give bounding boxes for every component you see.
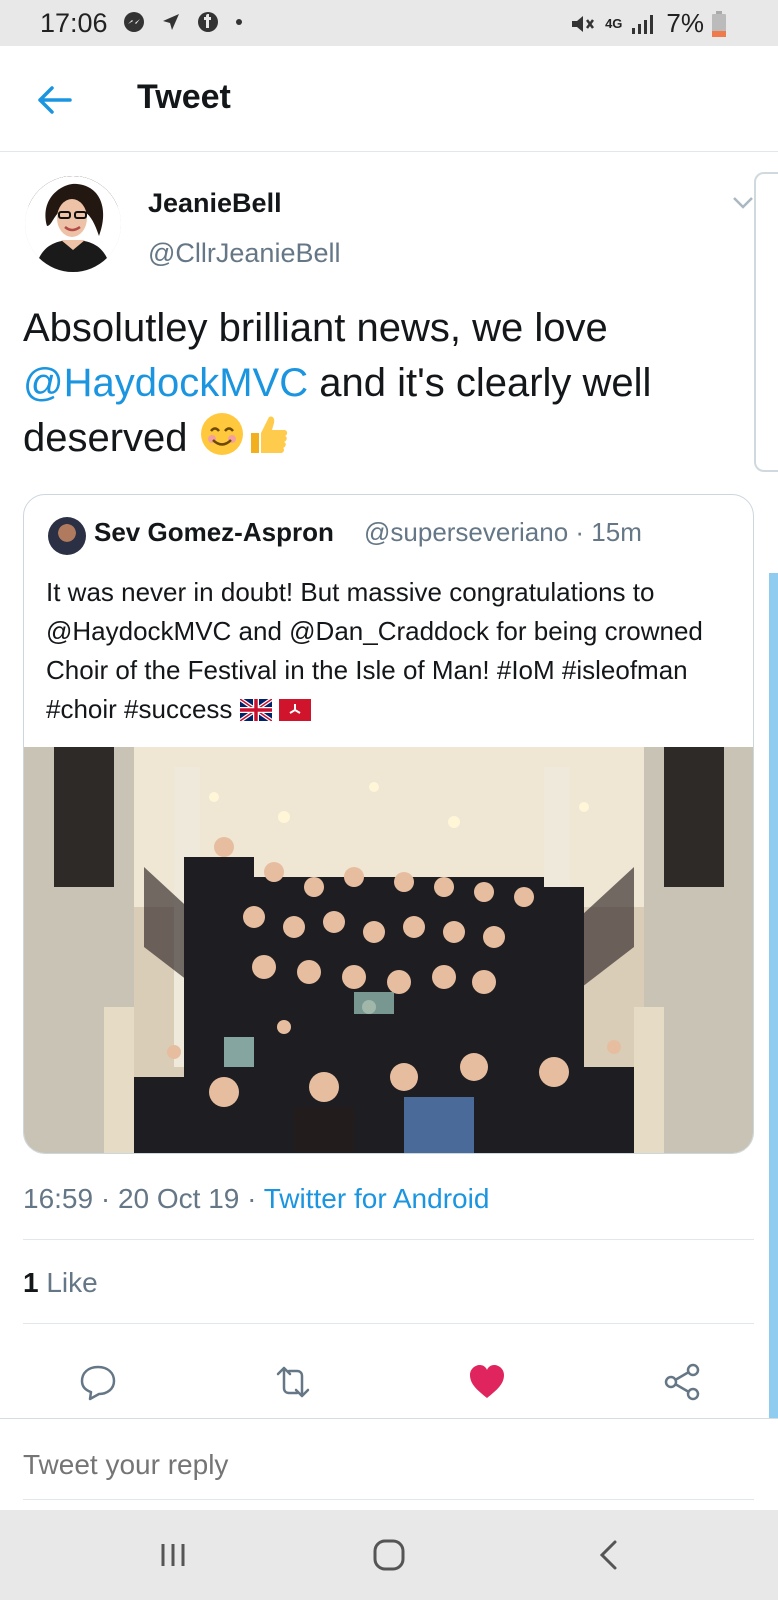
share-icon[interactable] [662, 1362, 702, 1402]
quoted-display-name: Sev Gomez-Aspron [94, 517, 334, 547]
like-count: 1 [23, 1267, 39, 1298]
navigation-icon [163, 14, 179, 30]
quoted-handle: @superseveriano [364, 517, 569, 547]
action-bar [0, 1344, 778, 1418]
avatar[interactable] [25, 176, 121, 272]
choir-photo[interactable] [24, 747, 754, 1154]
handle[interactable]: @CllrJeanieBell [148, 238, 340, 269]
like-icon[interactable] [467, 1362, 507, 1402]
battery-percent: 7% [666, 8, 704, 38]
system-nav-bar [0, 1510, 778, 1600]
status-icons-left [122, 10, 244, 34]
quoted-avatar[interactable] [48, 517, 86, 555]
avatar-image [25, 176, 121, 272]
source-link[interactable]: Twitter for Android [264, 1183, 490, 1214]
mention-link[interactable]: @HaydockMVC [23, 361, 308, 405]
status-icons-right: 4G 7% [569, 8, 726, 39]
network-4g-icon: 4G [605, 16, 623, 31]
facebook-icon [198, 12, 218, 32]
page-title: Tweet [137, 78, 231, 116]
like-label: Like [38, 1267, 98, 1298]
messenger-icon [124, 12, 144, 32]
home-icon[interactable] [364, 1530, 414, 1580]
mute-icon [572, 15, 595, 32]
likes-summary[interactable]: 1 Like [23, 1267, 98, 1299]
reply-icon[interactable] [78, 1362, 118, 1402]
display-name[interactable]: JeanieBell [148, 188, 282, 219]
quoted-tweet[interactable]: Sev Gomez-Aspron @superseveriano · 15m I… [23, 494, 754, 1154]
thumbs-up-icon [250, 416, 287, 453]
back-icon[interactable] [585, 1530, 635, 1580]
tweet-text: Absolutley brilliant news, we love @Hayd… [23, 301, 733, 466]
quoted-time: · 15m [575, 517, 642, 547]
quoted-text-body: It was never in doubt! But massive congr… [46, 577, 703, 724]
retweet-icon[interactable] [273, 1362, 313, 1402]
quoted-text: It was never in doubt! But massive congr… [46, 573, 736, 729]
signal-icon [632, 14, 654, 34]
timestamp-line: 16:59 · 20 Oct 19 · Twitter for Android [23, 1183, 489, 1215]
back-arrow-icon[interactable] [34, 80, 74, 120]
tweet-text-part1: Absolutley brilliant news, we love [23, 306, 608, 350]
scrollbar[interactable] [769, 573, 778, 1419]
reply-input[interactable] [23, 1449, 754, 1500]
status-bar: 17:06 4G 7% [0, 0, 778, 46]
app-header: Tweet [0, 46, 778, 152]
divider [23, 1239, 754, 1240]
divider [23, 1323, 754, 1324]
dot-icon [236, 19, 242, 25]
timestamp: 16:59 · 20 Oct 19 · [23, 1183, 264, 1214]
isle-of-man-flag-icon [278, 699, 311, 721]
chevron-down-icon[interactable] [732, 196, 754, 210]
quoted-meta: @superseveriano · 15m [364, 517, 642, 548]
recent-apps-icon[interactable] [148, 1530, 198, 1580]
status-time: 17:06 [40, 8, 108, 38]
uk-flag-icon [239, 699, 272, 721]
side-panel-edge [754, 172, 778, 472]
reply-area [0, 1418, 778, 1510]
smiling-face-icon [200, 413, 243, 455]
battery-icon [712, 10, 726, 37]
